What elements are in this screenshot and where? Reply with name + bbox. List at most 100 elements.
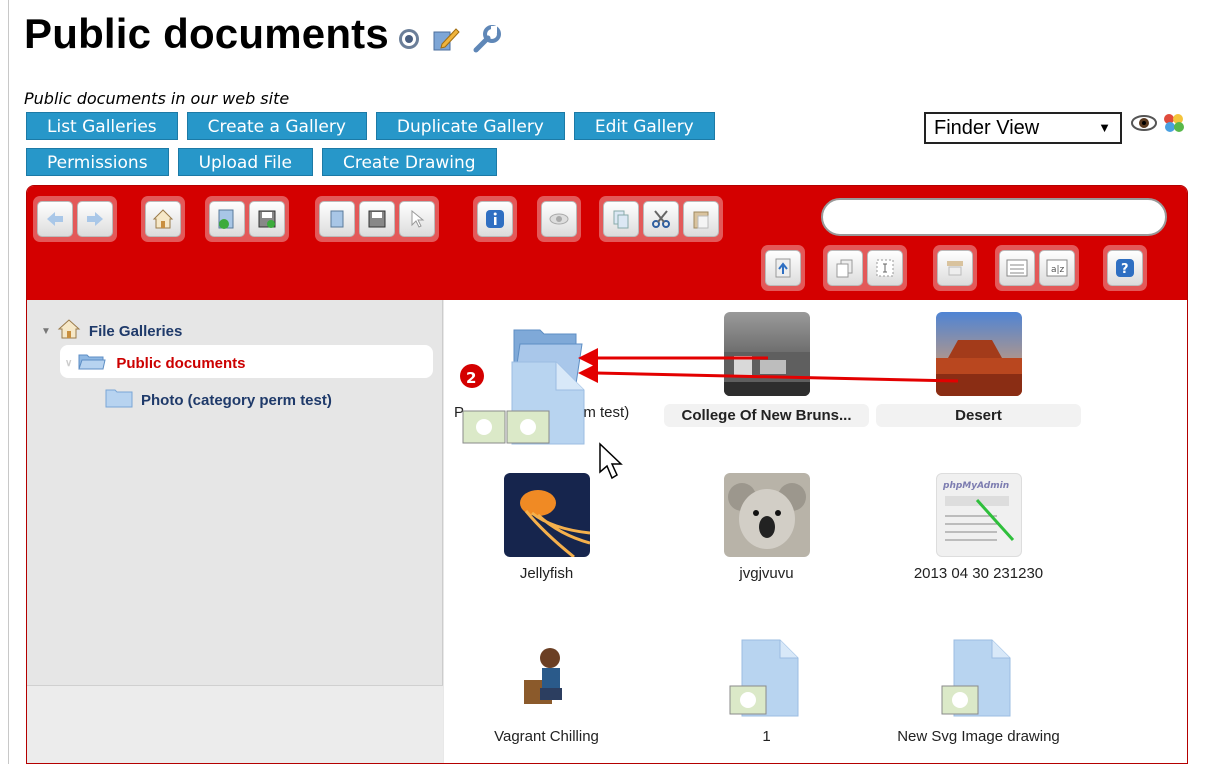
- page-title: Public documents: [24, 10, 389, 57]
- list-view-button[interactable]: [999, 250, 1035, 286]
- info-group: [473, 196, 517, 242]
- rename-button[interactable]: [867, 250, 903, 286]
- file-item-1[interactable]: 1: [664, 636, 869, 745]
- open-folder-icon: [78, 352, 106, 374]
- folder-thumb-icon: [504, 312, 590, 396]
- duplicate-button[interactable]: [827, 250, 863, 286]
- edit-group: [315, 196, 439, 242]
- dropdown-arrow-icon: ▼: [1098, 120, 1111, 135]
- resize-group: [761, 245, 805, 291]
- save-button[interactable]: [249, 201, 285, 237]
- expand-arrow-icon[interactable]: ▼: [41, 326, 51, 337]
- image-thumb: [935, 312, 1022, 396]
- file-label: 2013 04 30 231230: [913, 565, 1044, 582]
- view-group: a|z: [995, 245, 1079, 291]
- resize-button[interactable]: [765, 250, 801, 286]
- file-grid: Perm test) College Of New Bruns... Deser…: [444, 300, 1187, 763]
- file-label: 1: [762, 728, 771, 745]
- extract-button[interactable]: [937, 250, 973, 286]
- folder-label-end: erm test): [570, 404, 630, 421]
- svg-text:?: ?: [1121, 262, 1129, 277]
- folder-icon: [105, 388, 133, 412]
- file-label: Desert: [876, 404, 1081, 427]
- palette-icon[interactable]: [1160, 112, 1188, 138]
- help-group: ?: [1103, 245, 1147, 291]
- action-buttons-row1: List Galleries Create a Gallery Duplicat…: [26, 112, 715, 140]
- create-gallery-button[interactable]: Create a Gallery: [186, 112, 367, 140]
- clipboard-group: [599, 196, 723, 242]
- cut-button[interactable]: [643, 201, 679, 237]
- info-button[interactable]: [477, 201, 513, 237]
- disk-button[interactable]: [359, 201, 395, 237]
- preview-group: [537, 196, 581, 242]
- edit-icon[interactable]: [432, 26, 460, 56]
- navigation-tree: ▼ File Galleries ∨ Public documents Phot…: [27, 300, 443, 763]
- tree-selected-label: Public documents: [116, 354, 246, 372]
- tree-item-public-documents[interactable]: ∨ Public documents: [65, 352, 246, 374]
- tree-root-label: File Galleries: [88, 322, 183, 340]
- view-select[interactable]: Finder View ▼: [924, 112, 1122, 144]
- file-item-photo-folder[interactable]: Perm test): [444, 312, 649, 421]
- finder-toolbar: a|z ?: [27, 186, 1187, 300]
- action-buttons-row2: Permissions Upload File Create Drawing: [26, 148, 497, 176]
- duplicate-gallery-button[interactable]: Duplicate Gallery: [375, 112, 565, 140]
- file-item-jvgjvuvu[interactable]: jvgjvuvu: [664, 473, 869, 582]
- permissions-button[interactable]: Permissions: [26, 148, 169, 176]
- list-galleries-button[interactable]: List Galleries: [26, 112, 178, 140]
- sort-button[interactable]: a|z: [1039, 250, 1075, 286]
- image-thumb: [503, 473, 590, 557]
- eye-icon[interactable]: [1130, 112, 1158, 138]
- file-group: [205, 196, 289, 242]
- create-drawing-button[interactable]: Create Drawing: [321, 148, 497, 176]
- copy-button[interactable]: [603, 201, 639, 237]
- forward-button[interactable]: [77, 201, 113, 237]
- file-item-college[interactable]: College Of New Bruns...: [664, 312, 869, 427]
- duplicate-group: [823, 245, 907, 291]
- file-label: jvgjvuvu: [739, 565, 794, 582]
- help-icon[interactable]: [398, 28, 420, 54]
- nav-group: [33, 196, 117, 242]
- upload-file-button[interactable]: Upload File: [177, 148, 313, 176]
- open-button[interactable]: [319, 201, 355, 237]
- view-select-value: Finder View: [934, 117, 1040, 139]
- file-label: Vagrant Chilling: [494, 728, 599, 745]
- file-thumb-icon: [936, 636, 1022, 720]
- edit-gallery-button[interactable]: Edit Gallery: [573, 112, 715, 140]
- tree-child-label: Photo (category perm test): [141, 391, 332, 409]
- tree-lower-pane: [27, 685, 443, 763]
- gallery-description: Public documents in our web site: [24, 89, 290, 108]
- file-label: Jellyfish: [519, 565, 574, 582]
- image-thumb: [723, 473, 810, 557]
- tree-item-photo[interactable]: Photo (category perm test): [105, 388, 332, 412]
- image-thumb: [723, 312, 810, 396]
- back-button[interactable]: [37, 201, 73, 237]
- finder-panel: a|z ? ▼ File Galleries ∨ Public document…: [26, 185, 1188, 764]
- help-button[interactable]: ?: [1107, 250, 1143, 286]
- file-item-vagrant[interactable]: Vagrant Chilling: [444, 636, 649, 745]
- title-actions: [398, 24, 502, 58]
- file-label: New Svg Image drawing: [897, 728, 1060, 745]
- preview-button[interactable]: [541, 201, 577, 237]
- tree-root[interactable]: ▼ File Galleries: [41, 318, 182, 344]
- phpmyadmin-logo-text: phpMyAdmin: [942, 481, 1009, 491]
- view-icons: [1130, 112, 1188, 138]
- svg-text:a|z: a|z: [1051, 265, 1065, 275]
- file-thumb-icon: [724, 636, 810, 720]
- home-group: [141, 196, 185, 242]
- extract-group: [933, 245, 977, 291]
- image-thumb: [504, 636, 590, 720]
- home-button[interactable]: [145, 201, 181, 237]
- file-item-screenshot[interactable]: phpMyAdmin 2013 04 30 231230: [876, 473, 1081, 582]
- select-button[interactable]: [399, 201, 435, 237]
- new-file-button[interactable]: [209, 201, 245, 237]
- file-item-jellyfish[interactable]: Jellyfish: [444, 473, 649, 582]
- search-input[interactable]: [821, 198, 1167, 236]
- file-item-desert[interactable]: Desert: [876, 312, 1081, 427]
- file-label: College Of New Bruns...: [664, 404, 869, 427]
- collapse-arrow-icon: ∨: [65, 357, 73, 369]
- wrench-icon[interactable]: [472, 24, 502, 58]
- image-thumb: phpMyAdmin: [935, 473, 1022, 557]
- folder-label-start: P: [454, 404, 465, 421]
- file-item-svg[interactable]: New Svg Image drawing: [876, 636, 1081, 745]
- paste-button[interactable]: [683, 201, 719, 237]
